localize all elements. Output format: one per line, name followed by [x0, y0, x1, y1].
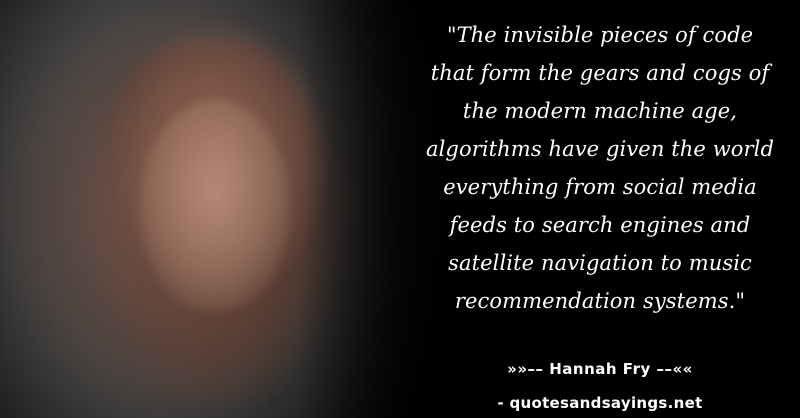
portrait-photo [0, 0, 480, 418]
quote-card: "The invisible pieces of code that form … [0, 0, 800, 418]
quote-line: satellite navigation to music [448, 251, 752, 275]
quote-text: "The invisible pieces of code that form … [410, 16, 790, 320]
quote-line: "The invisible pieces of code [446, 23, 754, 47]
quote-line: that form the gears and cogs of [430, 61, 770, 85]
quote-line: algorithms have given the world [425, 137, 775, 161]
quote-source: - quotesandsayings.net [497, 394, 703, 412]
quote-line: recommendation systems." [454, 289, 746, 313]
quote-line: everything from social media [443, 175, 757, 199]
quote-author: »»–– Hannah Fry ––«« [507, 360, 693, 378]
quote-line: feeds to search engines and [449, 213, 751, 237]
quote-line: the modern machine age, [462, 99, 738, 123]
portrait-face [140, 100, 290, 310]
